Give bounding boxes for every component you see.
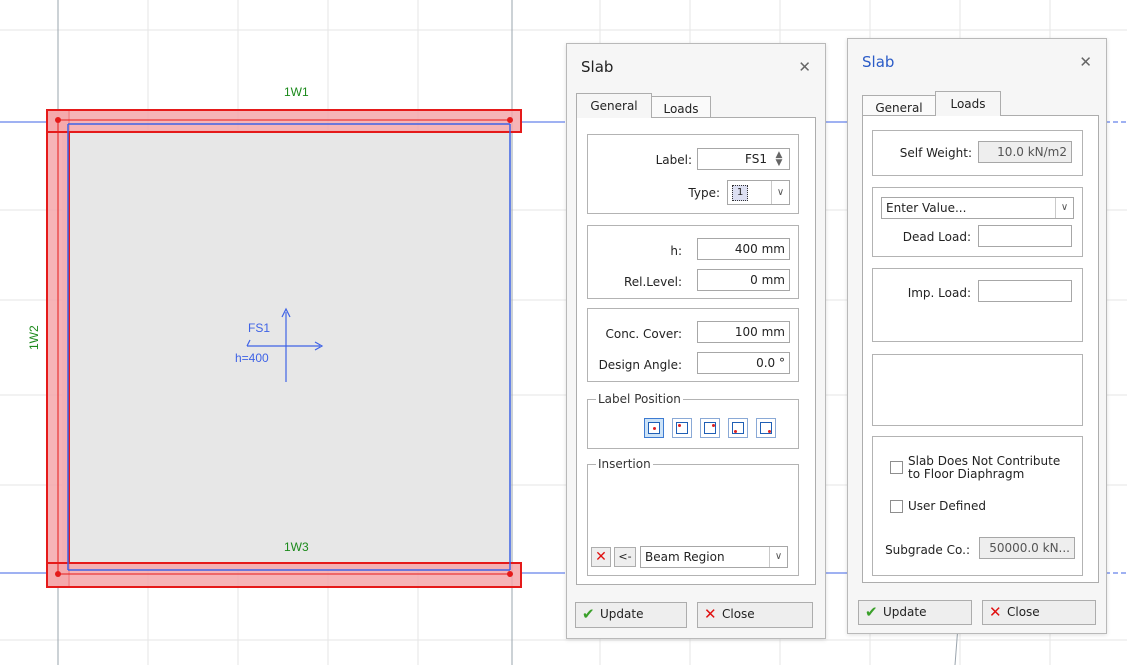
slab-thickness-label: h=400 [235,351,269,365]
dead-load-group: Enter Value... ∨ Dead Load: [872,187,1083,257]
wall-1w1[interactable] [46,109,522,133]
design-angle-label: Design Angle: [598,358,682,372]
chevron-down-icon[interactable]: ∨ [1055,198,1073,218]
close-icon: ✕ [989,603,1002,621]
slab-loads-dialog: Slab ✕ General Loads Self Weight: 10.0 k… [847,38,1107,634]
dialog-title: Slab [581,58,614,76]
rel-level-field[interactable]: 0 mm [697,269,790,291]
label-position-top-right-button[interactable] [700,418,720,438]
loads-tab-panel: Self Weight: 10.0 kN/m2 Enter Value... ∨… [862,115,1099,583]
update-button[interactable]: ✔ Update [858,600,972,625]
imp-load-label: Imp. Load: [907,286,971,300]
chevron-down-icon[interactable]: ∨ [769,547,787,567]
update-button-label: Update [600,607,644,621]
close-icon: ✕ [704,605,717,623]
diaphragm-group: Slab Does Not Contribute to Floor Diaphr… [872,436,1083,576]
chevron-down-icon[interactable]: ∨ [771,181,789,204]
h-label: h: [670,244,682,258]
no-diaphragm-checkbox[interactable] [890,461,903,474]
tab-loads[interactable]: Loads [935,91,1001,116]
rel-level-label: Rel.Level: [623,275,682,289]
close-button[interactable]: ✕ Close [697,602,813,628]
self-weight-label: Self Weight: [899,146,972,160]
update-button-label: Update [883,605,927,619]
close-icon[interactable]: ✕ [1079,53,1092,71]
type-field-label: Type: [688,186,720,200]
height-group: h: 400 mm Rel.Level: 0 mm [587,225,799,299]
close-button-label: Close [722,607,755,621]
cover-angle-group: Conc. Cover: 100 mm Design Angle: 0.0 ° [587,308,799,382]
subgrade-label: Subgrade Co.: [885,543,970,557]
label-spinner-icon[interactable]: ▲ ▼ [772,151,786,168]
insertion-group: Insertion ✕ <- Beam Region ∨ [587,457,799,576]
label-position-group: Label Position [587,392,799,449]
tab-general[interactable]: General [576,93,652,118]
close-icon[interactable]: ✕ [798,58,811,76]
slab-label: FS1 [248,321,270,335]
dead-load-label: Dead Load: [902,230,971,244]
self-weight-field: 10.0 kN/m2 [978,141,1072,163]
insertion-region-value: Beam Region [645,550,725,564]
delete-icon[interactable]: ✕ [591,547,611,567]
wall-1w3[interactable] [46,562,522,588]
label-position-center-button[interactable] [644,418,664,438]
user-defined-checkbox[interactable] [890,500,903,513]
label-field-label: Label: [655,153,692,167]
label-position-bottom-left-button[interactable] [728,418,748,438]
conc-cover-field[interactable]: 100 mm [697,321,790,343]
label-field-value: FS1 [745,152,767,166]
imp-load-group: Imp. Load: [872,268,1083,342]
wall-label-1w1: 1W1 [284,85,309,99]
design-angle-field[interactable]: 0.0 ° [697,352,790,374]
load-preset-value: Enter Value... [886,201,967,215]
insertion-legend: Insertion [596,457,653,471]
label-position-top-left-button[interactable] [672,418,692,438]
dead-load-field[interactable] [978,225,1072,247]
type-select[interactable]: 1 ∨ [727,180,790,205]
slab-general-dialog: Slab ✕ General Loads Label: FS1 ▲ ▼ Type:… [566,43,826,639]
wall-label-1w2: 1W2 [27,325,41,350]
check-icon: ✔ [582,605,595,623]
load-preset-select[interactable]: Enter Value... ∨ [881,197,1074,219]
update-button[interactable]: ✔ Update [575,602,687,628]
dialog-title: Slab [862,53,895,71]
imp-load-field[interactable] [978,280,1072,302]
close-button[interactable]: ✕ Close [982,600,1096,625]
insertion-mode-button[interactable]: <- [614,547,636,567]
conc-cover-label: Conc. Cover: [605,327,682,341]
general-tab-panel: Label: FS1 ▲ ▼ Type: 1 ∨ h: 400 mm Rel.Le… [576,117,816,585]
wall-label-1w3: 1W3 [284,540,309,554]
close-button-label: Close [1007,605,1040,619]
type-select-value: 1 [732,185,749,201]
label-type-group: Label: FS1 ▲ ▼ Type: 1 ∨ [587,134,799,214]
user-defined-label: User Defined [908,499,986,513]
subgrade-field: 50000.0 kN... [979,537,1075,559]
tab-loads[interactable]: Loads [651,96,711,119]
insertion-region-select[interactable]: Beam Region ∨ [640,546,788,568]
empty-group [872,354,1083,426]
label-position-legend: Label Position [596,392,683,406]
check-icon: ✔ [865,603,878,621]
no-diaphragm-label: Slab Does Not Contribute to Floor Diaphr… [908,454,1061,481]
h-field[interactable]: 400 mm [697,238,790,260]
self-weight-group: Self Weight: 10.0 kN/m2 [872,130,1083,176]
label-position-bottom-right-button[interactable] [756,418,776,438]
